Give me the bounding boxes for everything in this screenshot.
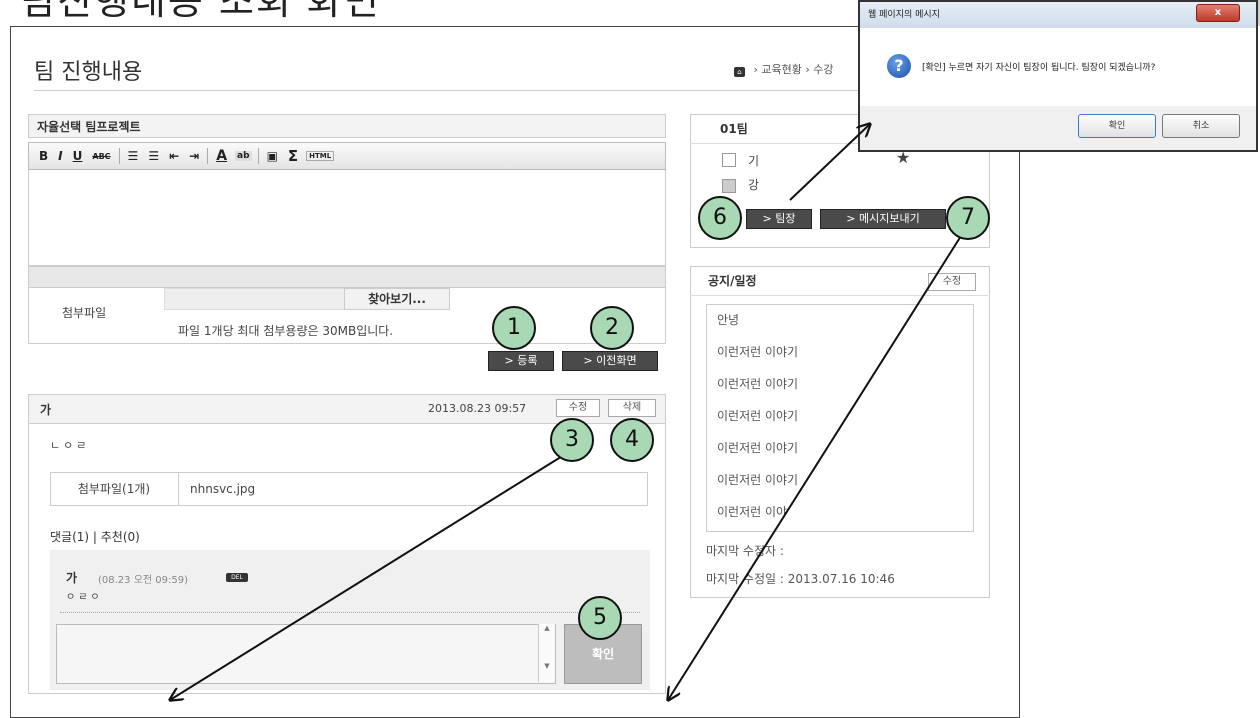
marker-2: 2	[590, 306, 634, 350]
marker-3: 3	[550, 418, 594, 462]
marker-6: 6	[698, 196, 742, 240]
annotation-arrows	[0, 0, 967, 702]
arrow-3	[170, 449, 573, 700]
marker-4: 4	[610, 418, 654, 462]
marker-7: 7	[946, 196, 990, 240]
marker-1: 1	[492, 306, 536, 350]
arrow-6	[789, 124, 870, 201]
arrow-7	[668, 227, 967, 700]
marker-5: 5	[578, 596, 622, 640]
